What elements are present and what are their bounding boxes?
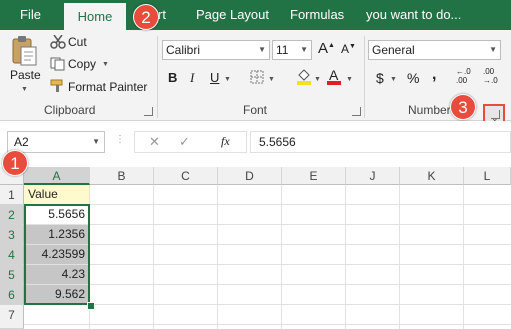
column-header-a[interactable]: A [24,167,90,185]
tab-file[interactable]: File [20,0,41,30]
font-color-icon[interactable]: A [326,67,342,85]
name-box-value: A2 [14,135,29,149]
percent-button[interactable]: % [407,70,419,86]
number-format-value: General [372,43,415,57]
comma-button[interactable]: , [432,66,436,84]
tab-insert[interactable]: rt [158,0,166,30]
number-group-label: Number [408,103,451,117]
tell-me-box[interactable]: you want to do... [366,0,461,30]
cut-button[interactable]: Cut [68,35,87,49]
cell-a1[interactable]: Value [24,185,90,205]
column-header-b[interactable]: B [90,167,154,185]
row-header-7[interactable]: 7 [0,305,24,329]
column-header-c[interactable]: C [154,167,218,185]
tab-home[interactable]: Home [64,3,126,30]
font-color-dropdown-icon[interactable]: ▼ [346,76,353,83]
currency-button[interactable]: $ [376,70,384,86]
font-launcher-icon[interactable] [352,107,361,116]
gridline [399,185,400,329]
cut-icon[interactable] [50,34,66,49]
step-badge-2: 2 [133,4,159,30]
insert-function-icon[interactable]: fx [221,134,230,149]
copy-dropdown-icon[interactable]: ▼ [102,61,109,68]
fill-color-dropdown-icon[interactable]: ▼ [314,76,321,83]
gridline [217,185,218,329]
chevron-down-icon: ▼ [92,137,100,146]
copy-icon[interactable] [50,57,66,71]
paste-button[interactable]: Paste [10,68,41,82]
chevron-down-icon: ▼ [489,45,497,54]
enter-icon[interactable]: ✓ [179,134,190,150]
row-header-6[interactable]: 6 [0,285,24,305]
paste-dropdown-icon[interactable]: ▼ [21,86,28,93]
column-header-e[interactable]: E [282,167,346,185]
shrink-font-button[interactable]: A▼ [341,42,356,56]
fill-color-icon[interactable] [296,67,312,85]
formula-input[interactable]: 5.5656 [250,131,511,153]
gridline [153,185,154,329]
column-header-j[interactable]: J [346,167,400,185]
clipboard-group-label: Clipboard [44,103,96,117]
row-header-1[interactable]: 1 [0,185,24,205]
separator [364,36,365,118]
name-box[interactable]: A2 ▼ [7,131,105,153]
format-painter-button[interactable]: Format Painter [68,80,147,94]
column-header-k[interactable]: K [400,167,464,185]
chevron-down-icon: ▼ [300,45,308,54]
separator [157,36,158,118]
clipboard-launcher-icon[interactable] [144,107,153,116]
font-group-label: Font [243,103,268,117]
tab-page-layout[interactable]: Page Layout [196,0,269,30]
number-format-select[interactable]: General ▼ [368,40,501,60]
formula-value: 5.5656 [259,135,296,149]
borders-dropdown-icon[interactable]: ▼ [268,76,275,83]
increase-decimal-button[interactable]: ←.0 .00 [456,67,478,85]
column-header-d[interactable]: D [218,167,282,185]
font-size-value: 11 [276,43,289,57]
selection-border [24,204,90,305]
row-header-5[interactable]: 5 [0,265,24,285]
step-badge-1: 1 [2,150,28,176]
drag-handle-icon[interactable]: ⋮ [115,134,125,145]
gridline [345,185,346,329]
underline-dropdown-icon[interactable]: ▼ [224,76,231,83]
underline-button[interactable]: U [210,70,219,85]
borders-icon[interactable] [250,70,264,84]
row-header-4[interactable]: 4 [0,245,24,265]
gridline [281,185,282,329]
column-header-l[interactable]: L [464,167,511,185]
font-name-value: Calibri [166,43,201,57]
gridline [463,185,464,329]
font-size-select[interactable]: 11 ▼ [272,40,312,60]
cancel-icon[interactable]: ✕ [149,134,160,150]
paste-icon[interactable] [10,35,38,67]
bold-button[interactable]: B [168,70,177,85]
grid-background [24,185,511,329]
tab-formulas[interactable]: Formulas [290,0,344,30]
chevron-down-icon: ▼ [258,45,266,54]
row-header-2[interactable]: 2 [0,205,24,225]
fill-handle[interactable] [87,302,95,310]
italic-button[interactable]: I [190,70,194,86]
grow-font-button[interactable]: A▲ [318,40,335,57]
decrease-decimal-button[interactable]: .00 →.0 [483,67,507,85]
row-header-3[interactable]: 3 [0,225,24,245]
copy-button[interactable]: Copy [68,57,96,71]
format-painter-icon[interactable] [50,79,66,93]
font-name-select[interactable]: Calibri ▼ [162,40,270,60]
step-badge-3: 3 [450,94,476,120]
formula-buttons: ✕ ✓ fx [134,131,247,153]
currency-dropdown-icon[interactable]: ▼ [390,76,397,83]
